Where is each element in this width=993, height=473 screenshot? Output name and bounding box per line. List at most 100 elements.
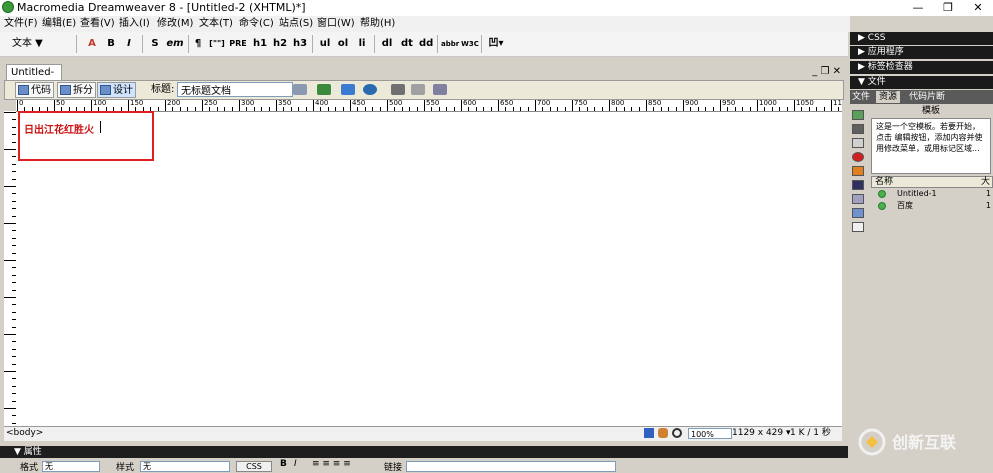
ruler-label: 700 (537, 100, 551, 107)
panel-group-tag-inspector[interactable]: ▶ 标签检查器 (850, 61, 993, 74)
ruler-label: 850 (648, 100, 662, 107)
h3-button[interactable]: h3 (292, 36, 308, 52)
blockquote-button[interactable]: [""] (208, 36, 226, 52)
canvas-text[interactable]: 日出江花红胜火 (24, 121, 94, 136)
menu-text[interactable]: 文本(T) (199, 16, 233, 32)
ruler-minor-tick (660, 107, 662, 111)
format-select[interactable]: 无 (42, 461, 100, 472)
li-button[interactable]: li (356, 36, 368, 52)
font-tag-icon[interactable]: A (84, 36, 100, 52)
panel-group-application[interactable]: ▶ 应用程序 (850, 46, 993, 59)
minimize-button[interactable]: — (903, 0, 933, 16)
css-button[interactable]: CSS (236, 461, 272, 472)
ruler-major-tick (535, 100, 536, 111)
templates-icon[interactable] (852, 208, 864, 218)
window-size[interactable]: 1129 x 429 ▾ (732, 427, 791, 440)
file-management-icon[interactable] (293, 84, 307, 95)
split-view-button[interactable]: 拆分 (57, 82, 96, 98)
dd-button[interactable]: dd (419, 36, 433, 52)
ruler-minor-tick (453, 107, 455, 111)
menu-site[interactable]: 站点(S) (279, 16, 313, 32)
scripts-icon[interactable] (852, 194, 864, 204)
urls-icon[interactable] (852, 138, 864, 148)
images-icon[interactable] (852, 110, 864, 120)
dt-button[interactable]: dt (400, 36, 414, 52)
panel-group-css[interactable]: ▶ CSS (850, 32, 993, 45)
visual-aids-icon[interactable] (433, 84, 447, 95)
close-button[interactable]: ✕ (963, 0, 993, 16)
view-options-icon[interactable] (411, 84, 425, 95)
refresh-icon[interactable] (341, 84, 355, 95)
em-button[interactable]: em (166, 36, 184, 52)
strong-button[interactable]: S (148, 36, 162, 52)
library-icon[interactable] (852, 222, 864, 232)
menu-file[interactable]: 文件(F) (4, 16, 38, 32)
zoom-tool-icon[interactable] (672, 428, 682, 438)
reload-icon[interactable] (391, 84, 405, 95)
list-item[interactable]: Untitled-1 1 (871, 188, 993, 200)
tab-assets[interactable]: 资源 (876, 91, 901, 103)
bold-button[interactable]: B (104, 36, 118, 52)
ul-button[interactable]: ul (318, 36, 332, 52)
ruler-minor-tick (187, 107, 189, 111)
tab-snippets[interactable]: 代码片断 (909, 91, 945, 103)
ruler-minor-tick (261, 107, 263, 111)
menu-help[interactable]: 帮助(H) (360, 16, 395, 32)
dl-button[interactable]: dl (380, 36, 394, 52)
link-input[interactable] (406, 461, 616, 472)
paragraph-button[interactable]: ¶ (192, 36, 204, 52)
restore-button[interactable]: ❐ (933, 0, 963, 16)
italic-icon[interactable]: I (294, 459, 297, 469)
italic-button[interactable]: I (122, 36, 136, 52)
menu-insert[interactable]: 插入(I) (119, 16, 150, 32)
align-icon[interactable]: ≡ ≡ ≡ ≡ (312, 459, 351, 469)
shockwave-icon[interactable] (852, 166, 864, 176)
hand-tool-icon[interactable] (658, 428, 668, 438)
globe-icon[interactable] (363, 84, 377, 95)
menu-modify[interactable]: 修改(M) (157, 16, 193, 32)
panel-group-files[interactable]: ▼ 文件 (850, 76, 993, 89)
size-column-header[interactable]: 大 (981, 177, 990, 187)
menu-window[interactable]: 窗口(W) (317, 16, 355, 32)
menu-commands[interactable]: 命令(C) (239, 16, 274, 32)
preview-icon[interactable] (317, 84, 331, 95)
document-tab[interactable]: Untitled-2* (6, 64, 62, 93)
name-column-header[interactable]: 名称 (875, 177, 893, 187)
asset-list-header: 名称 大 (871, 176, 993, 188)
template-icon (878, 202, 886, 210)
h1-button[interactable]: h1 (252, 36, 268, 52)
ruler-minor-tick (712, 107, 714, 111)
pointer-tool-icon[interactable] (644, 428, 654, 438)
acronym-button[interactable]: W3C (461, 36, 479, 52)
divider (142, 35, 143, 53)
abbr-button[interactable]: abbr (441, 36, 459, 52)
list-item[interactable]: 百度 1 (871, 200, 993, 212)
design-view-button[interactable]: 设计 (97, 82, 136, 98)
ruler-minor-tick (364, 107, 366, 111)
ruler-label: 150 (130, 100, 144, 107)
zoom-select[interactable]: 100% (688, 428, 732, 439)
characters-dropdown-icon[interactable]: 凹▾ (486, 36, 506, 52)
ruler-minor-tick (727, 107, 729, 111)
ruler-major-tick (165, 100, 166, 111)
document-window-controls[interactable]: _ ❐ ✕ (812, 64, 841, 80)
code-view-button[interactable]: 代码 (15, 82, 54, 98)
document-title-input[interactable] (177, 82, 293, 97)
colors-icon[interactable] (852, 124, 864, 134)
insert-category-dropdown[interactable]: 文本 ▼ (12, 36, 43, 52)
pre-button[interactable]: PRE (229, 36, 247, 52)
properties-header[interactable]: ▼ 属性 (0, 446, 848, 458)
flash-icon[interactable] (852, 152, 864, 162)
movies-icon[interactable] (852, 180, 864, 190)
text-caret (100, 121, 101, 133)
style-select[interactable]: 无 (140, 461, 230, 472)
tag-selector[interactable]: <body> (6, 427, 43, 440)
tab-files[interactable]: 文件 (852, 91, 870, 103)
ruler-major-tick (313, 100, 314, 111)
bold-icon[interactable]: B (280, 459, 287, 469)
ol-button[interactable]: ol (336, 36, 350, 52)
menu-edit[interactable]: 编辑(E) (42, 16, 76, 32)
h2-button[interactable]: h2 (272, 36, 288, 52)
code-view-icon (18, 85, 29, 95)
menu-view[interactable]: 查看(V) (80, 16, 115, 32)
